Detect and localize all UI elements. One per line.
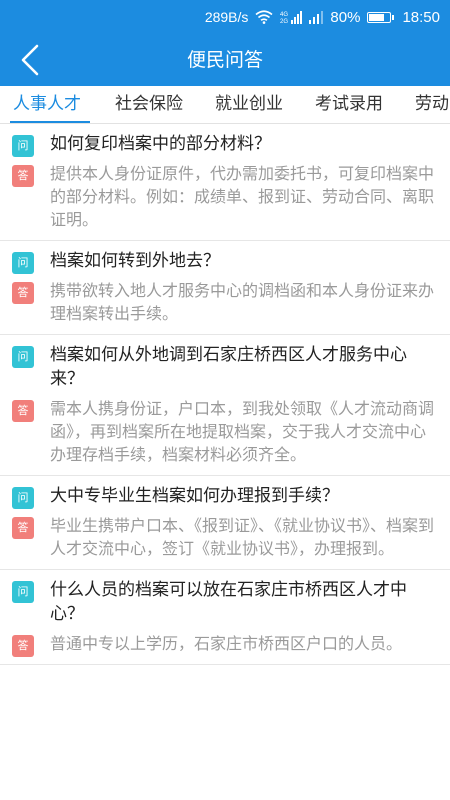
question-row: 问 档案如何转到外地去？ (0, 249, 450, 274)
nav-bar: 便民问答 (0, 34, 450, 86)
page-title: 便民问答 (186, 49, 263, 71)
qa-item[interactable]: 问 什么人员的档案可以放在石家庄市桥西区人才中心？ 答 普通中专以上学历，石家庄… (0, 570, 450, 665)
question-text: 大中专毕业生档案如何办理报到手续？ (50, 486, 339, 506)
question-row: 问 什么人员的档案可以放在石家庄市桥西区人才中心？ (0, 578, 450, 626)
question-text: 档案如何转到外地去？ (50, 251, 220, 271)
question-text: 如何复印档案中的部分材料？ (50, 134, 271, 154)
qa-list: 问 如何复印档案中的部分材料？ 答 提供本人身份证原件，代办需加委托书，可复印档… (0, 124, 450, 665)
answer-badge: 答 (12, 517, 34, 539)
answer-text: 提供本人身份证原件，代办需加委托书，可复印档案中的部分材料。例如：成绩单、报到证… (50, 164, 435, 229)
net-type-2g: 2G (280, 19, 288, 24)
answer-text: 毕业生携带户口本、《报到证》、《就业协议书》、档案到人才交流中心，签订《就业协议… (50, 516, 435, 558)
answer-row: 答 毕业生携带户口本、《报到证》、《就业协议书》、档案到人才交流中心，签订《就业… (0, 514, 450, 560)
qa-item[interactable]: 问 如何复印档案中的部分材料？ 答 提供本人身份证原件，代办需加委托书，可复印档… (0, 124, 450, 241)
answer-badge: 答 (12, 635, 34, 657)
tab-employment[interactable]: 就业创业 (215, 86, 283, 123)
battery-icon (367, 11, 395, 23)
answer-text: 携带欲转入地人才服务中心的调档函和本人身份证来办理档案转出手续。 (50, 281, 435, 323)
status-icons: 289B/s 4G 2G 80% 18:50 (205, 0, 440, 34)
answer-row: 答 普通中专以上学历，石家庄市桥西区户口的人员。 (0, 632, 450, 657)
answer-row: 答 携带欲转入地人才服务中心的调档函和本人身份证来办理档案转出手续。 (0, 279, 450, 325)
answer-badge: 答 (12, 165, 34, 187)
question-text: 什么人员的档案可以放在石家庄市桥西区人才中心？ (50, 580, 407, 624)
qa-item[interactable]: 问 大中专毕业生档案如何办理报到手续？ 答 毕业生携带户口本、《报到证》、《就业… (0, 476, 450, 570)
question-badge: 问 (12, 487, 34, 509)
tab-social-insurance[interactable]: 社会保险 (115, 86, 183, 123)
signal-bars-icon (309, 10, 324, 24)
answer-row: 答 需本人携身份证，户口本，到我处领取《人才流动商调函》，再到档案所在地提取档案… (0, 397, 450, 466)
question-badge: 问 (12, 581, 34, 603)
question-row: 问 大中专毕业生档案如何办理报到手续？ (0, 484, 450, 509)
category-tabs: 人事人才 社会保险 就业创业 考试录用 劳动 (0, 86, 450, 124)
question-text: 档案如何从外地调到石家庄桥西区人才服务中心来？ (50, 345, 407, 389)
question-badge: 问 (12, 135, 34, 157)
status-bar: 289B/s 4G 2G 80% 18:50 (0, 0, 450, 34)
qa-item[interactable]: 问 档案如何转到外地去？ 答 携带欲转入地人才服务中心的调档函和本人身份证来办理… (0, 241, 450, 335)
answer-row: 答 提供本人身份证原件，代办需加委托书，可复印档案中的部分材料。例如：成绩单、报… (0, 162, 450, 231)
answer-badge: 答 (12, 282, 34, 304)
answer-text: 普通中专以上学历，石家庄市桥西区户口的人员。 (50, 634, 403, 653)
clock: 18:50 (402, 8, 440, 26)
battery-percent: 80% (330, 8, 361, 26)
question-badge: 问 (12, 346, 34, 368)
question-row: 问 档案如何从外地调到石家庄桥西区人才服务中心来？ (0, 343, 450, 391)
question-badge: 问 (12, 252, 34, 274)
net-type-4g: 4G (280, 12, 288, 18)
signal-4g-icon: 4G 2G (280, 10, 303, 24)
active-tab-indicator (10, 121, 90, 123)
question-row: 问 如何复印档案中的部分材料？ (0, 132, 450, 157)
network-speed: 289B/s (204, 9, 249, 25)
answer-text: 需本人携身份证，户口本，到我处领取《人才流动商调函》，再到档案所在地提取档案，交… (50, 399, 435, 464)
tab-exam-recruitment[interactable]: 考试录用 (315, 86, 383, 123)
wifi-icon (255, 10, 273, 24)
tab-labor[interactable]: 劳动 (415, 86, 449, 123)
qa-item[interactable]: 问 档案如何从外地调到石家庄桥西区人才服务中心来？ 答 需本人携身份证，户口本，… (0, 335, 450, 476)
answer-badge: 答 (12, 400, 34, 422)
tab-personnel-talent[interactable]: 人事人才 (13, 86, 81, 123)
